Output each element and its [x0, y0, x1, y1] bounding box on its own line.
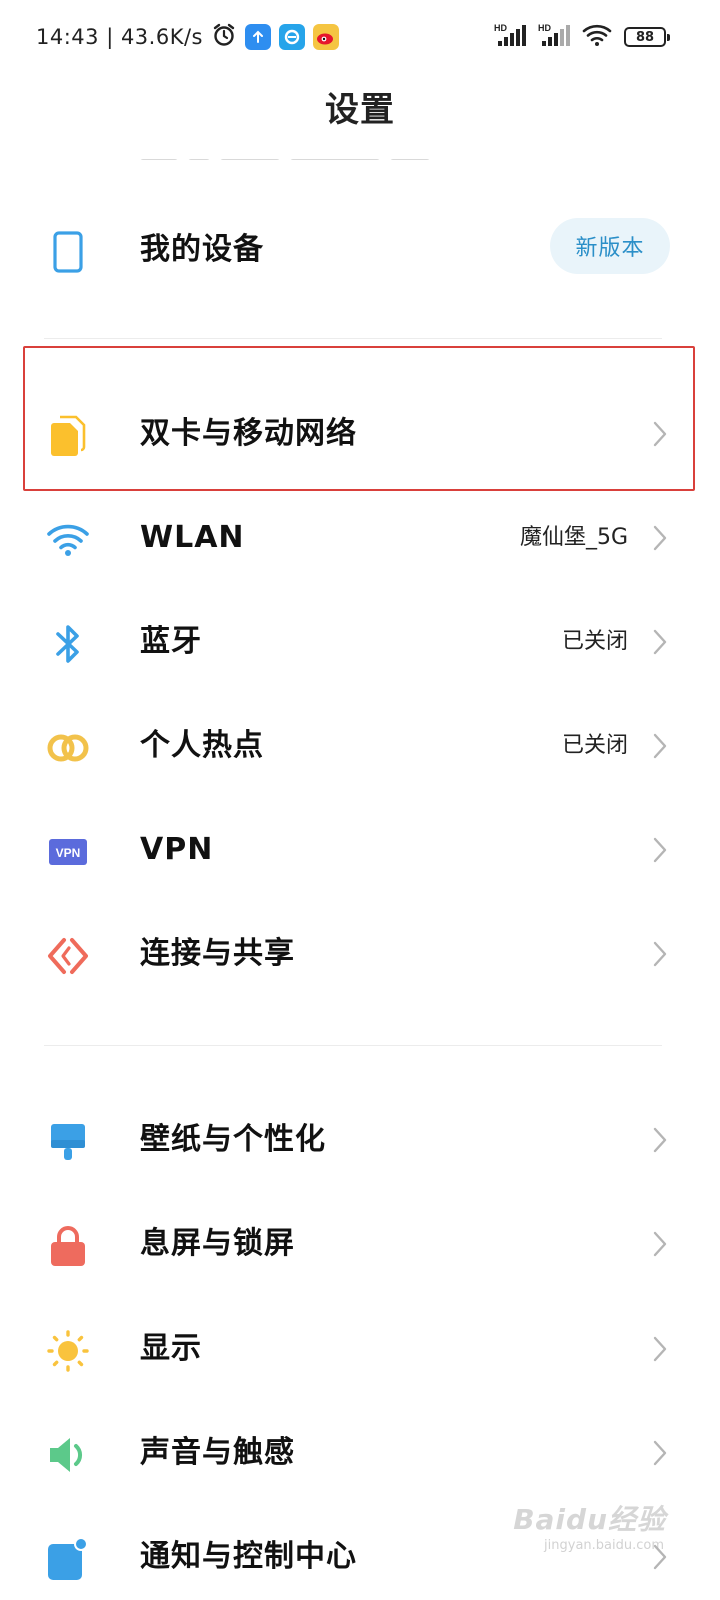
- connection-sharing-row[interactable]: 连接与共享: [0, 902, 720, 1002]
- page-title: 设置: [325, 90, 395, 130]
- chevron-right-icon: [650, 1126, 670, 1154]
- weibo-app-icon: [313, 24, 339, 50]
- vpn-row[interactable]: VPN VPN: [0, 798, 720, 898]
- sound-row[interactable]: 声音与触感: [0, 1401, 720, 1501]
- row-label: 通知与控制中心: [140, 1539, 357, 1574]
- status-bar: 14:43 | 43.6K/s HD HD 88: [0, 0, 720, 72]
- row-label: 息屏与锁屏: [140, 1226, 295, 1261]
- upload-app-icon: [245, 24, 271, 50]
- row-label: 蓝牙: [140, 624, 202, 659]
- chevron-right-icon: [650, 1230, 670, 1258]
- chevron-right-icon: [650, 1439, 670, 1467]
- wallpaper-brush-icon: [44, 1118, 92, 1166]
- highlight-box: [23, 346, 695, 491]
- new-version-badge[interactable]: 新版本: [550, 218, 670, 274]
- svg-text:HD: HD: [494, 23, 507, 33]
- wifi-icon: [44, 516, 92, 564]
- chevron-right-icon: [650, 732, 670, 760]
- status-right: HD HD 88: [494, 22, 670, 52]
- hotspot-row[interactable]: 个人热点 已关闭: [0, 694, 720, 794]
- my-device-label: 我的设备: [140, 232, 264, 267]
- scrolled-search-hint: [140, 150, 460, 160]
- lock-icon: [44, 1222, 92, 1270]
- vpn-icon: VPN: [44, 828, 92, 876]
- divider: [44, 1045, 662, 1046]
- baidu-watermark: Baidu经验: [513, 1503, 666, 1536]
- wlan-row[interactable]: WLAN 魔仙堡_5G: [0, 486, 720, 586]
- phone-icon: [44, 228, 92, 276]
- divider: [44, 338, 662, 339]
- status-time-speed: 14:43 | 43.6K/s: [36, 25, 203, 49]
- chevron-right-icon: [650, 524, 670, 552]
- row-label: 显示: [140, 1331, 202, 1366]
- speaker-icon: [44, 1431, 92, 1479]
- battery-icon: 88: [624, 27, 670, 47]
- chevron-right-icon: [650, 1335, 670, 1363]
- chevron-right-icon: [650, 628, 670, 656]
- connection-sharing-icon: [44, 932, 92, 980]
- vpn-icon-text: VPN: [56, 846, 81, 860]
- baidu-watermark-url: jingyan.baidu.com: [544, 1538, 664, 1553]
- wifi-status-icon: [582, 22, 614, 52]
- svg-text:HD: HD: [538, 23, 551, 33]
- row-value: 已关闭: [561, 629, 628, 654]
- alarm-icon: [211, 22, 237, 52]
- row-value: 已关闭: [561, 733, 628, 758]
- status-left: 14:43 | 43.6K/s: [36, 22, 339, 52]
- signal-icon: HD: [494, 22, 528, 52]
- row-label: 壁纸与个性化: [140, 1122, 326, 1157]
- sun-icon: [44, 1327, 92, 1375]
- row-label: 个人热点: [140, 728, 264, 763]
- row-label: WLAN: [140, 520, 245, 555]
- bluetooth-row[interactable]: 蓝牙 已关闭: [0, 590, 720, 690]
- row-value: 魔仙堡_5G: [519, 525, 628, 550]
- row-label: 连接与共享: [140, 936, 295, 971]
- chevron-right-icon: [650, 940, 670, 968]
- bluetooth-icon: [44, 620, 92, 668]
- row-label: 声音与触感: [140, 1435, 295, 1470]
- chevron-right-icon: [650, 836, 670, 864]
- display-row[interactable]: 显示: [0, 1297, 720, 1397]
- row-label: VPN: [140, 832, 214, 867]
- notification-icon: [44, 1535, 92, 1583]
- signal-icon-2: HD: [538, 22, 572, 52]
- lock-screen-row[interactable]: 息屏与锁屏: [0, 1192, 720, 1292]
- wallpaper-row[interactable]: 壁纸与个性化: [0, 1088, 720, 1188]
- eleme-app-icon: [279, 24, 305, 50]
- hotspot-icon: [44, 724, 92, 772]
- my-device-row[interactable]: 我的设备 新版本: [0, 198, 720, 298]
- battery-level: 88: [635, 29, 655, 45]
